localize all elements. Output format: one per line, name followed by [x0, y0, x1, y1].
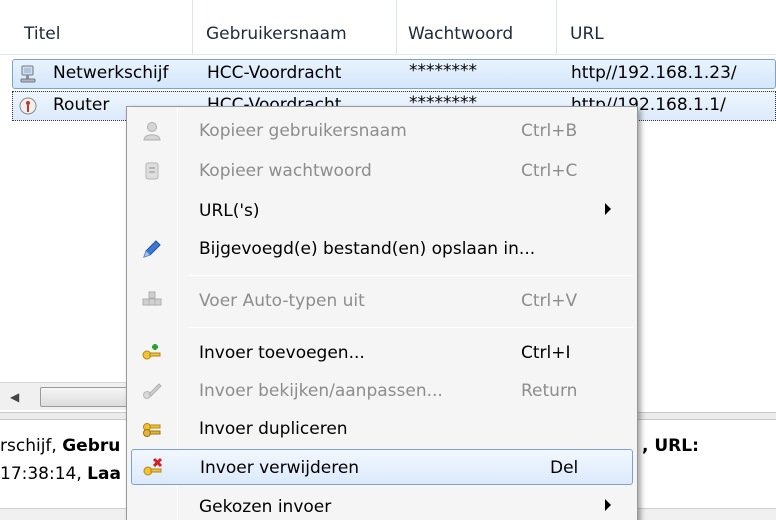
menu-item-label: Invoer bekijken/aanpassen... — [199, 381, 443, 401]
context-menu: Kopieer gebruikersnaam Ctrl+B Kopieer wa… — [126, 106, 638, 520]
column-header: Titel Gebruikersnaam Wachtwoord URL — [0, 0, 776, 54]
menu-separator — [189, 327, 633, 328]
column-header-password[interactable]: Wachtwoord — [408, 0, 513, 54]
autotype-icon — [142, 291, 162, 306]
menu-item-add-entry[interactable]: Invoer toevoegen... Ctrl+I — [131, 335, 633, 371]
router-icon — [19, 97, 37, 115]
duplicate-key-icon — [143, 423, 161, 437]
submenu-arrow-icon — [605, 203, 611, 215]
entry-title: Netwerkschijf — [53, 63, 169, 83]
menu-item-label: Invoer dupliceren — [199, 419, 348, 439]
details-line-1: rschijf, Gebru — [0, 436, 120, 456]
menu-item-shortcut: Del — [550, 458, 579, 478]
header-divider — [0, 54, 776, 55]
menu-item-label: Invoer verwijderen — [200, 458, 360, 478]
menu-item-label: Kopieer wachtwoord — [199, 161, 372, 181]
menu-item-shortcut: Ctrl+V — [521, 291, 578, 311]
menu-item-duplicate-entry[interactable]: Invoer dupliceren — [131, 411, 633, 447]
menu-item-label: Kopieer gebruikersnaam — [199, 121, 407, 141]
details-line-2: 17:38:14, Laa — [0, 464, 121, 484]
menu-item-label: Voer Auto-typen uit — [199, 291, 365, 311]
details-field-label: Laa — [87, 464, 121, 484]
menu-item-shortcut: Ctrl+I — [521, 343, 571, 363]
delete-key-icon — [143, 457, 163, 476]
user-icon — [143, 122, 161, 141]
menu-item-shortcut: Return — [521, 381, 578, 401]
entry-title: Router — [53, 95, 110, 115]
menu-item-urls[interactable]: URL('s) — [131, 193, 633, 229]
menu-item-delete-entry[interactable]: Invoer verwijderen Del — [131, 449, 633, 485]
key-icon — [145, 162, 159, 180]
details-text: 17:38:14, — [0, 464, 88, 484]
menu-item-shortcut: Ctrl+C — [521, 161, 578, 181]
details-field-label: Gebru — [62, 436, 121, 456]
menu-item-label: Bijgevoegd(e) bestand(en) opslaan in... — [199, 239, 536, 259]
column-separator[interactable] — [192, 0, 193, 54]
menu-item-copy-username[interactable]: Kopieer gebruikersnaam Ctrl+B — [131, 113, 633, 149]
details-url-label: , URL: — [642, 436, 699, 456]
menu-item-shortcut: Ctrl+B — [521, 121, 578, 141]
menu-item-label: URL('s) — [199, 201, 260, 221]
menu-item-save-attachments[interactable]: Bijgevoegd(e) bestand(en) opslaan in... — [131, 231, 633, 267]
menu-item-selected-entries[interactable]: Gekozen invoer — [131, 489, 633, 520]
column-header-username[interactable]: Gebruikersnaam — [206, 0, 347, 54]
entry-username: HCC-Voordracht — [207, 63, 342, 83]
entry-password: ******** — [409, 61, 477, 81]
scroll-left-arrow-icon[interactable]: ◀ — [10, 390, 19, 404]
edit-key-icon — [143, 383, 162, 399]
menu-item-label: Gekozen invoer — [199, 497, 332, 517]
pencil-icon — [143, 240, 161, 258]
submenu-arrow-icon — [605, 499, 611, 511]
add-key-icon — [142, 344, 161, 360]
menu-item-copy-password[interactable]: Kopieer wachtwoord Ctrl+C — [131, 153, 633, 189]
column-header-title[interactable]: Titel — [24, 0, 60, 54]
menu-item-label: Invoer toevoegen... — [199, 343, 365, 363]
menu-item-auto-type[interactable]: Voer Auto-typen uit Ctrl+V — [131, 283, 633, 319]
column-separator[interactable] — [556, 0, 557, 54]
column-separator[interactable] — [396, 0, 397, 54]
network-drive-icon — [20, 65, 36, 83]
menu-item-edit-entry[interactable]: Invoer bekijken/aanpassen... Return — [131, 373, 633, 409]
details-text: rschijf, — [0, 436, 63, 456]
column-header-url[interactable]: URL — [570, 0, 604, 54]
table-row[interactable]: Netwerkschijf HCC-Voordracht ******** ht… — [12, 59, 776, 89]
entry-url: http//192.168.1.23/ — [571, 63, 737, 83]
menu-separator — [189, 275, 633, 276]
